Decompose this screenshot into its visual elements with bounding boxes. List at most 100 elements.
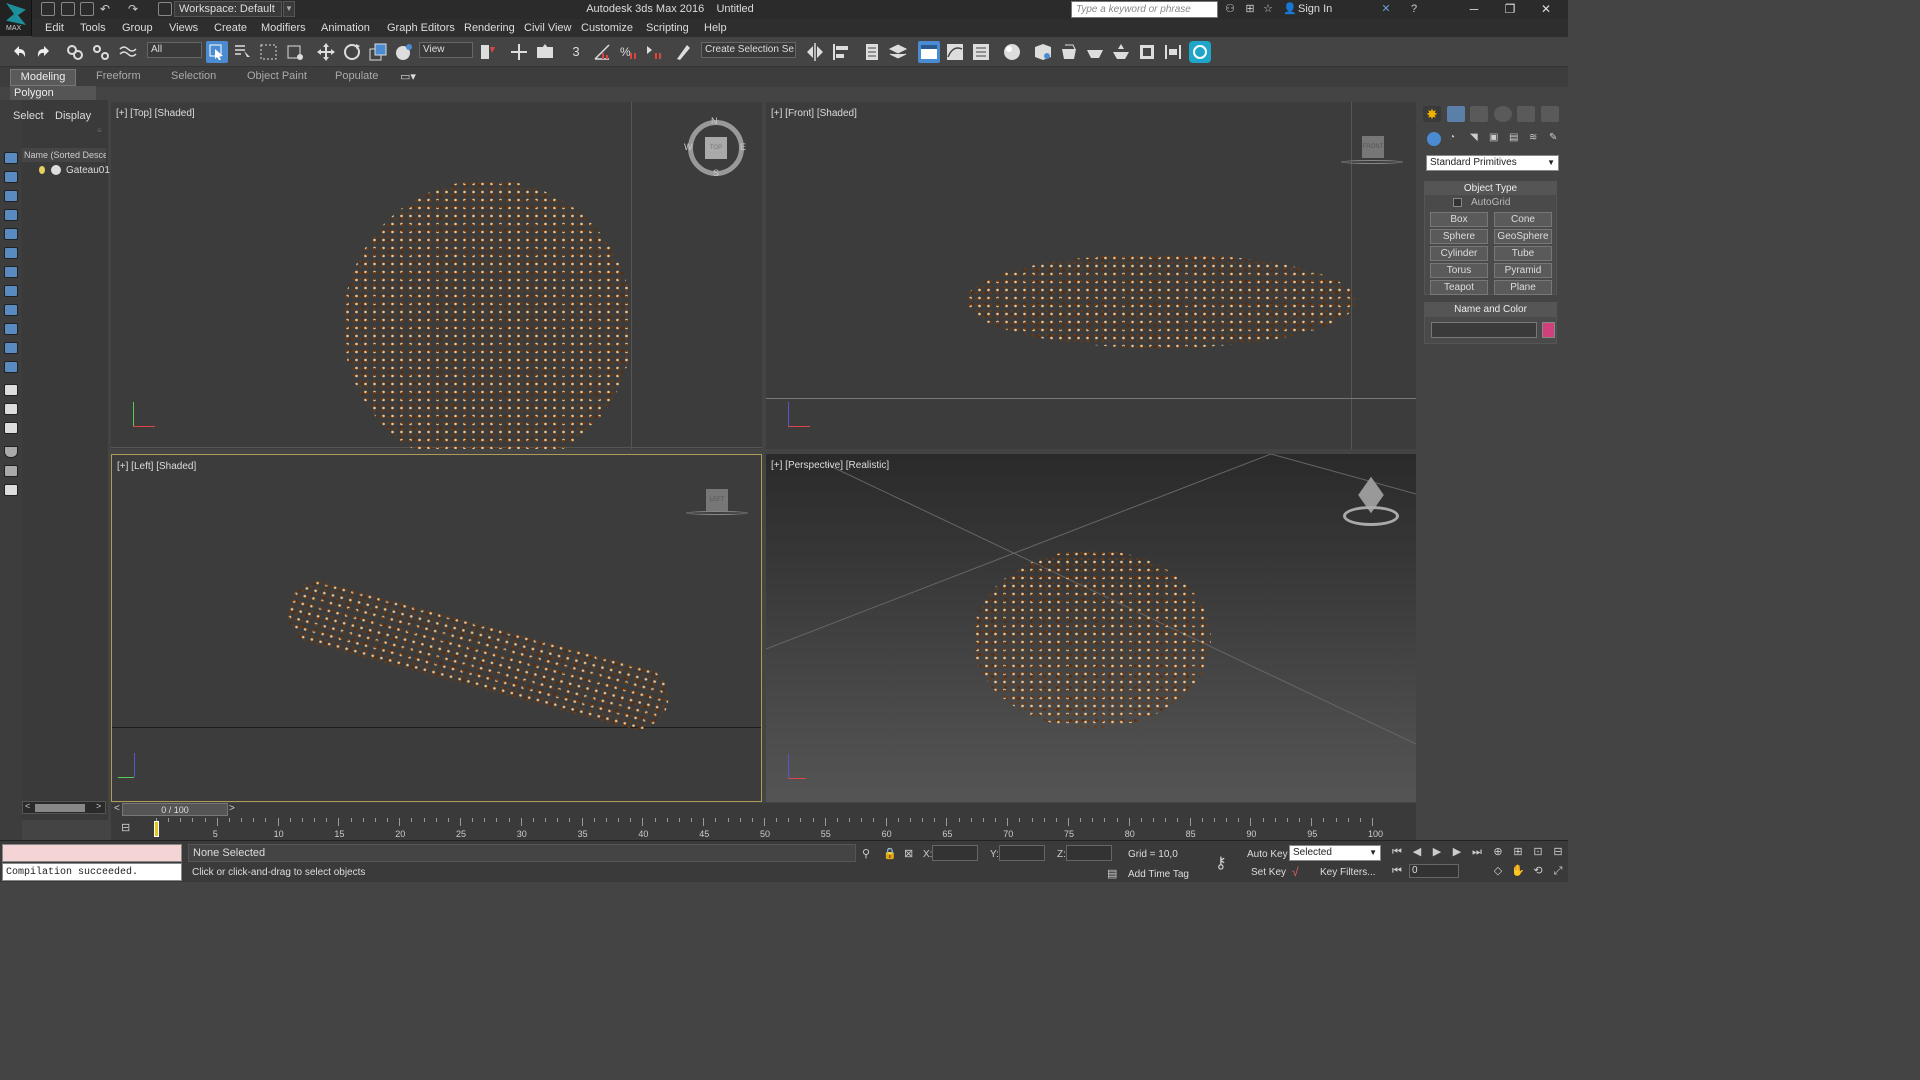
- chevron-right-icon[interactable]: >: [229, 803, 235, 814]
- cookie-object[interactable]: [966, 254, 1356, 348]
- chevron-right-icon[interactable]: >: [96, 801, 101, 811]
- spacewarps-category-icon[interactable]: ≋: [1529, 132, 1543, 146]
- zoom-extents-icon[interactable]: ⊡: [1530, 845, 1546, 859]
- menu-customize[interactable]: Customize: [581, 22, 633, 34]
- viewport-label[interactable]: [+] [Front] [Shaded]: [771, 108, 857, 119]
- app-logo[interactable]: MAX: [0, 0, 32, 36]
- viewcube-face[interactable]: FRONT: [1362, 136, 1384, 158]
- open-file-icon[interactable]: [61, 2, 75, 16]
- maximize-viewport-icon[interactable]: ⤢: [1550, 864, 1566, 878]
- menu-create[interactable]: Create: [214, 22, 247, 34]
- display-xrefs-icon[interactable]: [4, 304, 18, 316]
- key-mode-dropdown[interactable]: Selected ▼: [1289, 845, 1381, 861]
- display-shapes-icon[interactable]: [4, 190, 18, 202]
- layer-explorer-icon[interactable]: [887, 41, 909, 63]
- viewcube-ring[interactable]: [686, 511, 748, 515]
- chevron-left-icon[interactable]: <: [114, 803, 120, 814]
- viewport-left[interactable]: [+] [Left] [Shaded] LEFT: [111, 454, 762, 802]
- pivot-center-icon[interactable]: [477, 41, 499, 63]
- stereo-camera-icon[interactable]: [1162, 41, 1184, 63]
- display-geometry-icon[interactable]: [4, 171, 18, 183]
- viewport-label[interactable]: [+] [Left] [Shaded]: [117, 461, 196, 472]
- explorer-menu-icon[interactable]: [4, 484, 18, 496]
- torus-button[interactable]: Torus: [1430, 263, 1488, 278]
- help-icon[interactable]: ?: [1408, 3, 1420, 15]
- undo-icon[interactable]: [8, 41, 30, 63]
- time-slider[interactable]: < 0 / 100 >: [111, 803, 1416, 817]
- angle-snap-icon[interactable]: [591, 41, 613, 63]
- redo-icon[interactable]: ↷: [128, 2, 142, 16]
- current-frame-input[interactable]: 0: [1409, 864, 1459, 878]
- menu-civil-view[interactable]: Civil View: [524, 22, 571, 34]
- spinner-snap-icon[interactable]: [643, 41, 665, 63]
- render-setup-icon[interactable]: [1032, 41, 1054, 63]
- align-icon[interactable]: [830, 41, 852, 63]
- viewcube-ring[interactable]: [1343, 506, 1399, 526]
- cookie-object[interactable]: [280, 573, 676, 737]
- horizontal-scrollbar[interactable]: < >: [22, 801, 106, 814]
- plane-button[interactable]: Plane: [1494, 280, 1552, 295]
- menu-animation[interactable]: Animation: [321, 22, 370, 34]
- y-coordinate-input[interactable]: [999, 845, 1045, 861]
- display-none-toggle-icon[interactable]: [4, 403, 18, 415]
- list-item[interactable]: Gateau01: [66, 165, 110, 176]
- move-icon[interactable]: [315, 41, 337, 63]
- close-button[interactable]: ✕: [1528, 0, 1564, 19]
- systems-category-icon[interactable]: ✎: [1549, 132, 1563, 146]
- curve-icon[interactable]: √: [1292, 865, 1299, 879]
- maxscript-output[interactable]: Compilation succeeded.: [2, 863, 182, 881]
- absolute-mode-icon[interactable]: ⊠: [904, 847, 913, 860]
- menu-edit[interactable]: Edit: [45, 22, 64, 34]
- binoculars-icon[interactable]: ⚇: [1224, 3, 1236, 15]
- sphere-button[interactable]: Sphere: [1430, 229, 1488, 244]
- invert-display-icon[interactable]: [4, 422, 18, 434]
- shapes-category-icon[interactable]: ◔: [1449, 132, 1463, 146]
- utilities-tab-icon[interactable]: [1541, 106, 1559, 122]
- viewport-front[interactable]: [+] [Front] [Shaded] FRONT: [766, 102, 1416, 449]
- explorer-tab-display[interactable]: Display: [55, 110, 91, 122]
- go-to-start-icon[interactable]: ⏮: [1389, 845, 1405, 859]
- find-icon[interactable]: [4, 465, 18, 477]
- place-object-icon[interactable]: [393, 41, 415, 63]
- teapot-button[interactable]: Teapot: [1430, 280, 1488, 295]
- project-folder-icon[interactable]: [158, 2, 172, 16]
- menu-help[interactable]: Help: [704, 22, 727, 34]
- sign-in-link[interactable]: Sign In: [1298, 3, 1332, 15]
- percent-snap-icon[interactable]: %: [617, 41, 639, 63]
- category-dropdown[interactable]: Standard Primitives ▼: [1426, 155, 1559, 171]
- tube-button[interactable]: Tube: [1494, 246, 1552, 261]
- menu-group[interactable]: Group: [122, 22, 153, 34]
- select-and-link-icon[interactable]: [64, 41, 86, 63]
- set-key-button[interactable]: Set Key: [1251, 867, 1286, 878]
- box-button[interactable]: Box: [1430, 212, 1488, 227]
- save-file-icon[interactable]: [80, 2, 94, 16]
- go-to-end-icon[interactable]: ⏭: [1469, 845, 1485, 859]
- filter-icon[interactable]: [4, 446, 18, 458]
- current-frame-marker[interactable]: [154, 821, 159, 837]
- add-time-tag-button[interactable]: Add Time Tag: [1128, 869, 1189, 880]
- chevron-left-icon[interactable]: <: [25, 801, 30, 811]
- display-groups-icon[interactable]: [4, 285, 18, 297]
- a360-icon[interactable]: [1189, 41, 1211, 63]
- menu-graph-editors[interactable]: Graph Editors: [387, 22, 455, 34]
- reference-coordinate-dropdown[interactable]: View: [419, 42, 473, 58]
- star-icon[interactable]: ☆: [1262, 3, 1274, 15]
- orbit-icon[interactable]: ⟲: [1530, 864, 1546, 878]
- select-by-name-icon[interactable]: [232, 41, 254, 63]
- rendered-frame-window-icon[interactable]: [1058, 41, 1080, 63]
- tab-freeform[interactable]: Freeform: [96, 70, 141, 82]
- cameras-category-icon[interactable]: ▣: [1489, 132, 1503, 146]
- display-tab-icon[interactable]: [1517, 106, 1535, 122]
- menu-modifiers[interactable]: Modifiers: [261, 22, 306, 34]
- key-icon[interactable]: ⚷: [1215, 853, 1227, 873]
- display-lights-icon[interactable]: [4, 209, 18, 221]
- toggle-ribbon-icon[interactable]: [918, 41, 940, 63]
- keyboard-shortcut-override-icon[interactable]: [534, 41, 556, 63]
- mirror-icon[interactable]: [804, 41, 826, 63]
- schematic-view-icon[interactable]: [970, 41, 992, 63]
- previous-frame-icon[interactable]: ◀: [1409, 845, 1425, 859]
- menu-views[interactable]: Views: [169, 22, 198, 34]
- modify-tab-icon[interactable]: [1447, 106, 1465, 122]
- render-production-icon[interactable]: [1084, 41, 1106, 63]
- object-name-input[interactable]: [1431, 322, 1537, 338]
